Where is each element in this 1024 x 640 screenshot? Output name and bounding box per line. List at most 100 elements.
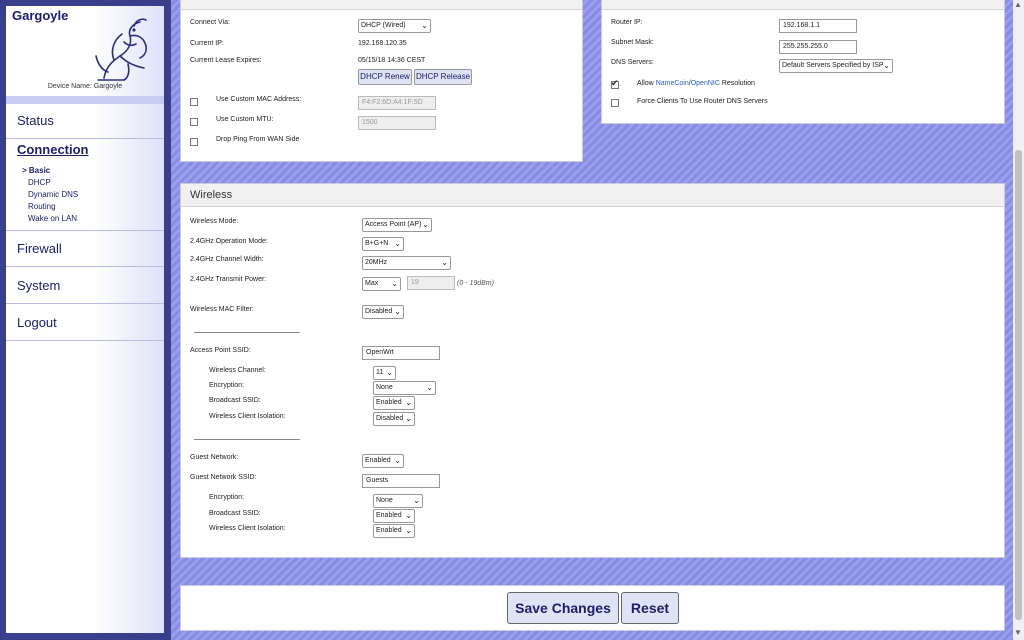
broadcast-ssid-label: Broadcast SSID: xyxy=(209,397,261,404)
chevron-down-icon: ⌄ xyxy=(405,511,412,520)
force-clients-dns-checkbox[interactable] xyxy=(611,99,619,107)
subnav-wake-on-lan[interactable]: Wake on LAN xyxy=(28,214,77,223)
dns-servers-label: DNS Servers: xyxy=(611,59,654,66)
wan-panel-header xyxy=(181,0,582,10)
guest-network-value: Enabled xyxy=(365,457,391,464)
guest-network-label: Guest Network: xyxy=(190,454,239,461)
brand-title: Gargoyle xyxy=(12,8,69,23)
nav-logout[interactable]: Logout xyxy=(6,304,164,341)
wireless-channel-value: 11 xyxy=(376,369,384,376)
nav-connection[interactable]: Connection xyxy=(6,142,164,157)
page-scrollbar[interactable]: ▲ ▼ xyxy=(1013,0,1024,640)
wireless-panel: Wireless Wireless Mode: Access Point (AP… xyxy=(180,183,1005,558)
channel-width-label: 2.4GHz Channel Width: xyxy=(190,256,264,263)
wireless-mode-value: Access Point (AP) xyxy=(365,221,422,228)
tx-power-value: Max xyxy=(365,280,379,287)
drop-ping-label: Drop Ping From WAN Side xyxy=(216,136,300,143)
mac-filter-label: Wireless MAC Filter: xyxy=(190,306,254,313)
custom-mtu-input[interactable]: 1500 xyxy=(358,116,436,130)
channel-width-select[interactable]: 20MHz ⌄ xyxy=(362,256,451,270)
custom-mtu-checkbox[interactable] xyxy=(190,118,198,126)
guest-encryption-value: None xyxy=(376,497,393,504)
wireless-channel-label: Wireless Channel: xyxy=(209,367,266,374)
custom-mac-checkbox[interactable] xyxy=(190,98,198,106)
connect-via-select[interactable]: DHCP (Wired) ⌄ xyxy=(358,19,431,33)
guest-broadcast-label: Broadcast SSID: xyxy=(209,510,261,517)
chevron-down-icon: ⌄ xyxy=(386,368,393,377)
guest-network-select[interactable]: Enabled ⌄ xyxy=(362,454,404,468)
chevron-down-icon: ⌄ xyxy=(422,220,429,229)
actions-panel: Save Changes Reset xyxy=(180,585,1005,631)
guest-encryption-select[interactable]: None ⌄ xyxy=(373,494,423,508)
wan-panel: Connect Via: DHCP (Wired) ⌄ Current IP: 1… xyxy=(180,0,583,162)
subnav-dhcp[interactable]: DHCP xyxy=(28,178,51,187)
current-ip-label: Current IP: xyxy=(190,40,224,47)
dhcp-renew-button[interactable]: DHCP Renew xyxy=(358,69,412,85)
chevron-down-icon: ⌄ xyxy=(421,21,428,30)
wireless-mode-select[interactable]: Access Point (AP) ⌄ xyxy=(362,218,432,232)
channel-width-value: 20MHz xyxy=(365,259,388,266)
scroll-down-icon[interactable]: ▼ xyxy=(1014,628,1022,637)
encryption-select[interactable]: None ⌄ xyxy=(373,381,436,395)
scroll-up-icon[interactable]: ▲ xyxy=(1014,0,1022,9)
current-ip-value: 192.168.120.35 xyxy=(358,40,407,47)
chevron-down-icon: ⌄ xyxy=(441,258,448,267)
nav-firewall[interactable]: Firewall xyxy=(6,230,164,267)
guest-encryption-label: Encryption: xyxy=(209,494,245,501)
broadcast-ssid-value: Enabled xyxy=(376,399,402,406)
chevron-down-icon: ⌄ xyxy=(394,307,401,316)
nav-status[interactable]: Status xyxy=(6,102,164,139)
subnav-dynamic-dns[interactable]: Dynamic DNS xyxy=(28,190,78,199)
chevron-down-icon: ⌄ xyxy=(405,414,412,423)
reset-button[interactable]: Reset xyxy=(621,592,679,624)
ap-ssid-input[interactable]: OpenWrt xyxy=(362,346,440,360)
subnet-mask-input[interactable]: 255.255.255.0 xyxy=(779,40,857,54)
subnav-routing[interactable]: Routing xyxy=(28,202,56,211)
wireless-mode-label: Wireless Mode: xyxy=(190,218,239,225)
dns-servers-select[interactable]: Default Servers Specified by ISP ⌄ xyxy=(779,59,893,73)
section-divider xyxy=(194,332,300,333)
broadcast-ssid-select[interactable]: Enabled ⌄ xyxy=(373,396,415,410)
chevron-down-icon: ⌄ xyxy=(394,456,401,465)
op-mode-label: 2.4GHz Operation Mode: xyxy=(190,238,268,245)
lan-panel-header xyxy=(602,0,1004,10)
device-name: Device Name: Gargoyle xyxy=(47,83,123,90)
opennic-link[interactable]: OpenNIC xyxy=(691,80,720,87)
allow-namecoin-checkbox[interactable] xyxy=(611,78,619,89)
tx-power-label: 2.4GHz Transmit Power: xyxy=(190,276,267,283)
custom-mtu-label: Use Custom MTU: xyxy=(216,116,274,123)
client-isolation-value: Disabled xyxy=(376,415,404,422)
guest-isolation-select[interactable]: Enabled ⌄ xyxy=(373,524,415,538)
subnav-basic[interactable]: > Basic xyxy=(22,166,50,175)
chevron-down-icon: ⌄ xyxy=(394,239,401,248)
lan-panel: Router IP: 192.168.1.1 Subnet Mask: 255.… xyxy=(601,0,1005,124)
dhcp-release-button[interactable]: DHCP Release xyxy=(414,69,472,85)
router-ip-input[interactable]: 192.168.1.1 xyxy=(779,19,857,33)
save-changes-button[interactable]: Save Changes xyxy=(507,592,619,624)
op-mode-select[interactable]: B+G+N ⌄ xyxy=(362,237,404,251)
wireless-channel-select[interactable]: 11 ⌄ xyxy=(373,366,396,380)
guest-broadcast-select[interactable]: Enabled ⌄ xyxy=(373,509,415,523)
sidebar-panel: Gargoyle Device Name: Gargoyle Status Co… xyxy=(6,6,164,633)
chevron-down-icon: ⌄ xyxy=(405,526,412,535)
nav-system[interactable]: System xyxy=(6,267,164,304)
chevron-down-icon: ⌄ xyxy=(426,383,433,392)
resolution-text: Resolution xyxy=(721,80,755,87)
guest-isolation-value: Enabled xyxy=(376,527,402,534)
sidebar: Gargoyle Device Name: Gargoyle Status Co… xyxy=(0,0,171,640)
mac-filter-value: Disabled xyxy=(365,308,393,315)
chevron-down-icon: ⌄ xyxy=(413,496,420,505)
namecoin-link[interactable]: NameCoin xyxy=(656,80,689,87)
gargoyle-logo-icon xyxy=(95,18,147,81)
tx-power-dbm-input[interactable]: 19 xyxy=(407,276,455,290)
custom-mac-input[interactable]: F4:F2:6D:A4:1F:5D xyxy=(358,96,436,110)
connect-via-value: DHCP (Wired) xyxy=(361,22,406,29)
guest-ssid-input[interactable]: Guests xyxy=(362,474,440,488)
chevron-down-icon: ⌄ xyxy=(405,398,412,407)
lease-label: Current Lease Expires: xyxy=(190,57,262,64)
drop-ping-checkbox[interactable] xyxy=(190,138,198,146)
scroll-thumb[interactable] xyxy=(1015,150,1022,620)
client-isolation-select[interactable]: Disabled ⌄ xyxy=(373,412,415,426)
mac-filter-select[interactable]: Disabled ⌄ xyxy=(362,305,404,319)
tx-power-select[interactable]: Max ⌄ xyxy=(362,277,401,291)
